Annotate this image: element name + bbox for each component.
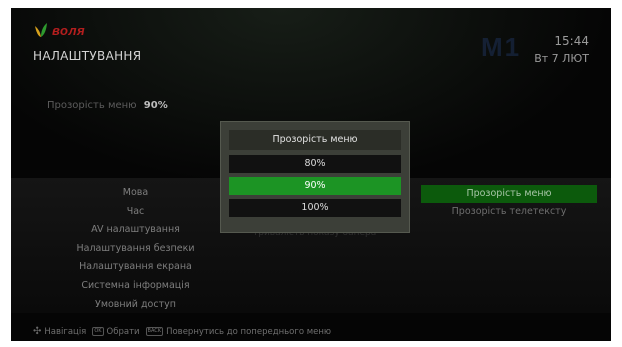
menu-item-screen-settings[interactable]: Налаштування екрана bbox=[43, 258, 228, 277]
back-hint-label: Повернутись до попереднього меню bbox=[166, 326, 332, 337]
current-setting-label: Прозорість меню bbox=[47, 100, 137, 111]
ok-hint-label: Обрати bbox=[106, 326, 140, 337]
clock: 15:44 bbox=[554, 34, 589, 48]
submenu-item-menu-transparency[interactable]: Прозорість меню bbox=[421, 185, 597, 203]
back-key-icon: BACK bbox=[145, 327, 164, 336]
navigation-arrows-icon: ✣ bbox=[33, 326, 42, 337]
brand-name: воля bbox=[52, 22, 86, 38]
ok-key-icon: OK bbox=[92, 327, 104, 336]
menu-item-time[interactable]: Час bbox=[43, 203, 228, 222]
channel-logo-watermark: M1 bbox=[481, 32, 522, 62]
menu-item-system-info[interactable]: Системна інформація bbox=[43, 277, 228, 296]
current-setting: Прозорість меню 90% bbox=[47, 100, 168, 111]
transparency-dialog: Прозорість меню 80% 90% 100% bbox=[220, 121, 410, 233]
submenu: Прозорість меню Прозорість телетексту bbox=[421, 185, 597, 221]
nav-hint-label: Навігація bbox=[44, 326, 87, 337]
menu-item-language[interactable]: Мова bbox=[43, 184, 228, 203]
dialog-option-100[interactable]: 100% bbox=[229, 199, 401, 217]
brand-logo: воля bbox=[33, 22, 85, 38]
leaf-icon bbox=[35, 23, 47, 37]
page-title: НАЛАШТУВАННЯ bbox=[33, 49, 142, 63]
main-menu: Мова Час AV налаштування Налаштування бе… bbox=[43, 184, 228, 314]
bottom-help-bar: ✣ Навігація OK Обрати BACK Повернутись д… bbox=[11, 322, 611, 341]
menu-item-av-settings[interactable]: AV налаштування bbox=[43, 221, 228, 240]
submenu-item-teletext-transparency[interactable]: Прозорість телетексту bbox=[421, 203, 597, 221]
current-setting-value: 90% bbox=[143, 100, 168, 111]
menu-item-security-settings[interactable]: Налаштування безпеки bbox=[43, 240, 228, 259]
tv-screen: воля НАЛАШТУВАННЯ M1 15:44 Вт 7 ЛЮТ Проз… bbox=[11, 8, 611, 341]
dialog-title: Прозорість меню bbox=[229, 130, 401, 150]
dialog-option-90[interactable]: 90% bbox=[229, 177, 401, 195]
dialog-option-80[interactable]: 80% bbox=[229, 155, 401, 173]
menu-item-conditional-access[interactable]: Умовний доступ bbox=[43, 296, 228, 315]
date: Вт 7 ЛЮТ bbox=[534, 52, 589, 65]
